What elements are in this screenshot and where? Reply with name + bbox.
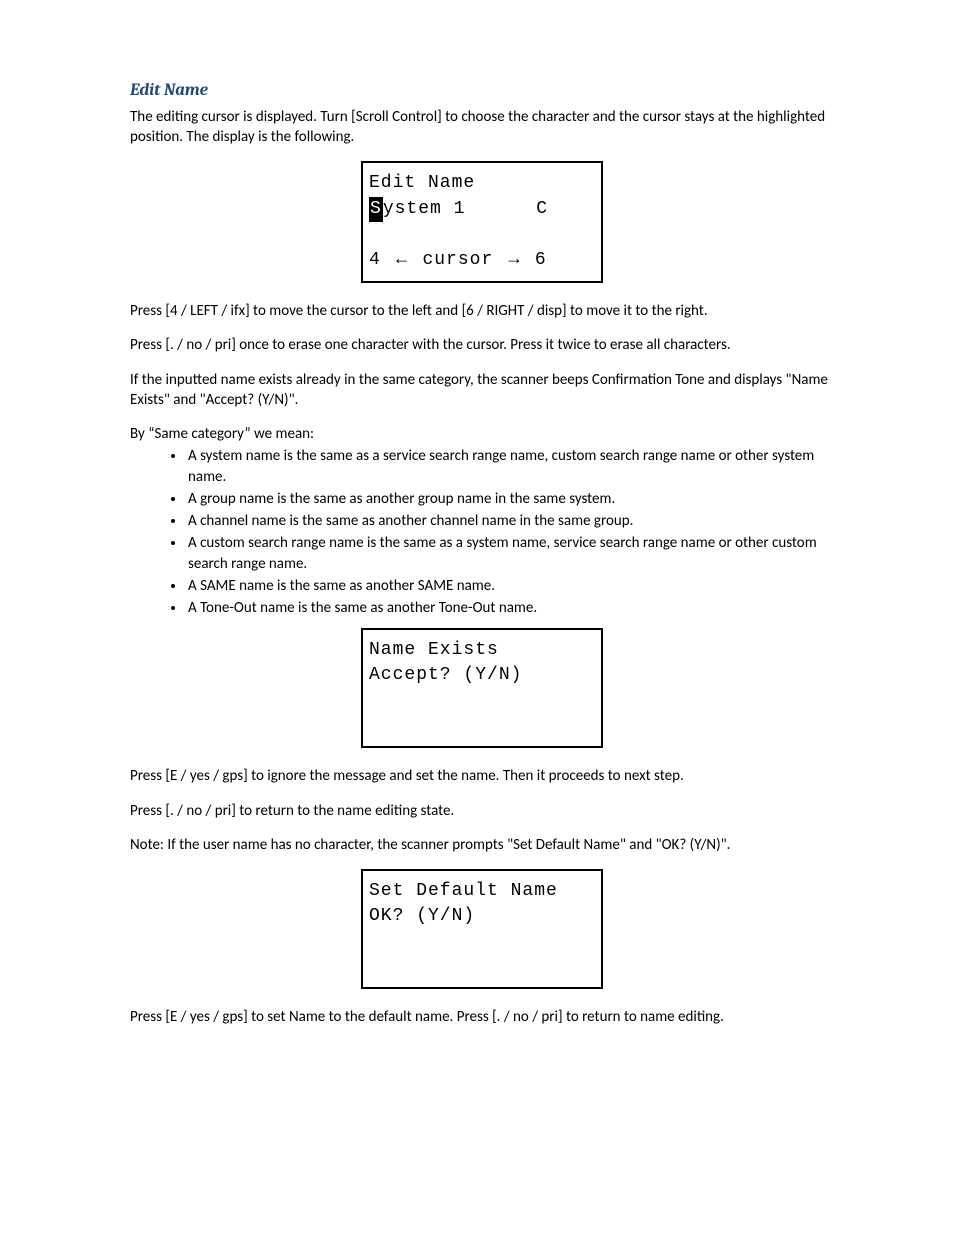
list-item: A SAME name is the same as another SAME … — [186, 576, 834, 596]
list-item: A custom search range name is the same a… — [186, 533, 834, 574]
lcd-cursor-char: S — [369, 197, 383, 222]
lcd-line-2: Accept? (Y/N) — [369, 663, 595, 688]
lcd-line-4-left: 4 — [369, 250, 381, 270]
list-item: A system name is the same as a service s… — [186, 446, 834, 487]
arrow-right-icon: → — [505, 248, 523, 268]
section-heading: Edit Name — [130, 80, 834, 103]
arrow-left-icon: ← — [393, 248, 411, 268]
list-item: A group name is the same as another grou… — [186, 489, 834, 509]
lcd-line-2-rest: ystem 1 — [383, 199, 466, 219]
lcd-line-1: Name Exists — [369, 638, 595, 663]
lcd-line-2: System 1 C — [369, 197, 595, 222]
lcd-line-4-mid: cursor — [422, 250, 493, 270]
list-item: A channel name is the same as another ch… — [186, 511, 834, 531]
paragraph-erase: Press [. / no / pri] once to erase one c… — [130, 335, 834, 355]
lcd-line-2: OK? (Y/N) — [369, 904, 595, 929]
lcd-line-1: Edit Name — [369, 171, 595, 196]
intro-paragraph: The editing cursor is displayed. Turn [S… — [130, 107, 834, 148]
lcd-line-1: Set Default Name — [369, 879, 595, 904]
paragraph-name-exists: If the inputted name exists already in t… — [130, 370, 834, 411]
lcd-display-name-exists: Name Exists Accept? (Y/N) — [361, 628, 603, 748]
lcd-blank-line — [369, 222, 595, 246]
lcd-display-edit-name: Edit Name System 1 C 4 ← cursor → 6 — [361, 161, 603, 283]
paragraph-no-return: Press [. / no / pri] to return to the na… — [130, 801, 834, 821]
paragraph-same-category-intro: By “Same category” we mean: — [130, 424, 834, 444]
paragraph-move-cursor: Press [4 / LEFT / ifx] to move the curso… — [130, 301, 834, 321]
lcd-line-2-gap — [465, 199, 536, 219]
lcd-display-set-default: Set Default Name OK? (Y/N) — [361, 869, 603, 989]
same-category-list: A system name is the same as a service s… — [130, 446, 834, 618]
paragraph-yes-ignore: Press [E / yes / gps] to ignore the mess… — [130, 766, 834, 786]
lcd-line-4: 4 ← cursor → 6 — [369, 246, 595, 273]
paragraph-default-actions: Press [E / yes / gps] to set Name to the… — [130, 1007, 834, 1027]
list-item: A Tone-Out name is the same as another T… — [186, 598, 834, 618]
paragraph-note-default: Note: If the user name has no character,… — [130, 835, 834, 855]
lcd-line-4-right: 6 — [535, 250, 547, 270]
lcd-line-2-right: C — [536, 199, 548, 219]
